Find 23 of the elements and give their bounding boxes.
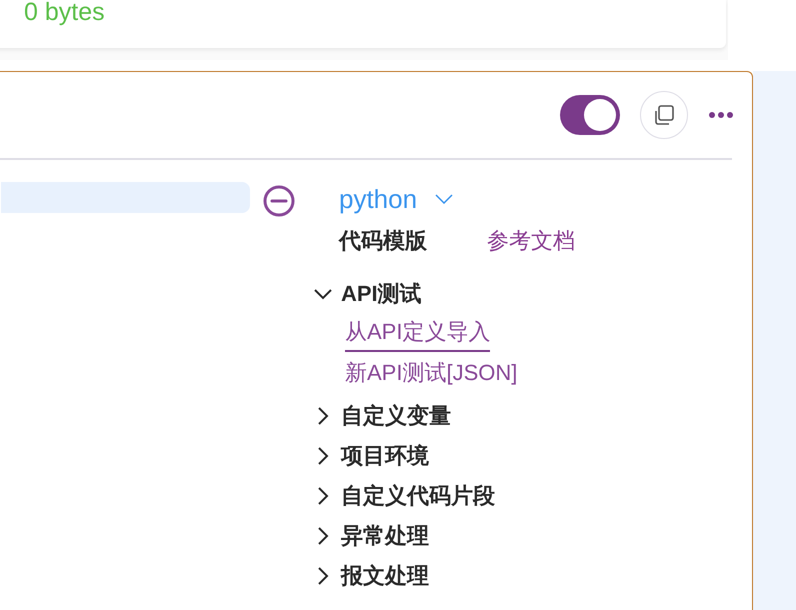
tree-group-label: 项目环境 [341,442,429,470]
more-icon[interactable] [708,110,734,120]
copy-icon [653,104,675,126]
remove-icon[interactable] [263,185,295,217]
tree-group-label: API测试 [341,280,422,308]
tree-item[interactable]: 从API定义导入 [345,314,490,352]
tree-group-label: 自定义变量 [341,402,451,430]
docs-link[interactable]: 参考文档 [487,226,575,256]
tree-group[interactable]: 异常处理 [313,516,575,556]
tree-group[interactable]: 自定义代码片段 [313,476,575,516]
tree-group[interactable]: 自定义变量 [313,396,575,436]
tree-group-label: 异常处理 [341,522,429,550]
tree-group-label: 自定义代码片段 [341,482,495,510]
template-title: 代码模版 [339,227,427,255]
tree-group[interactable]: 报文处理 [313,556,575,596]
toggle-switch[interactable] [560,95,620,135]
tree-group-label: 报文处理 [341,562,429,590]
chevron-down-icon [435,194,454,204]
tree-group[interactable]: API测试 [313,274,575,314]
size-label: 0 bytes [24,0,105,24]
tree-item[interactable]: 新API测试[JSON] [345,355,518,396]
tree-group[interactable]: 项目环境 [313,436,575,476]
copy-button[interactable] [640,91,688,139]
